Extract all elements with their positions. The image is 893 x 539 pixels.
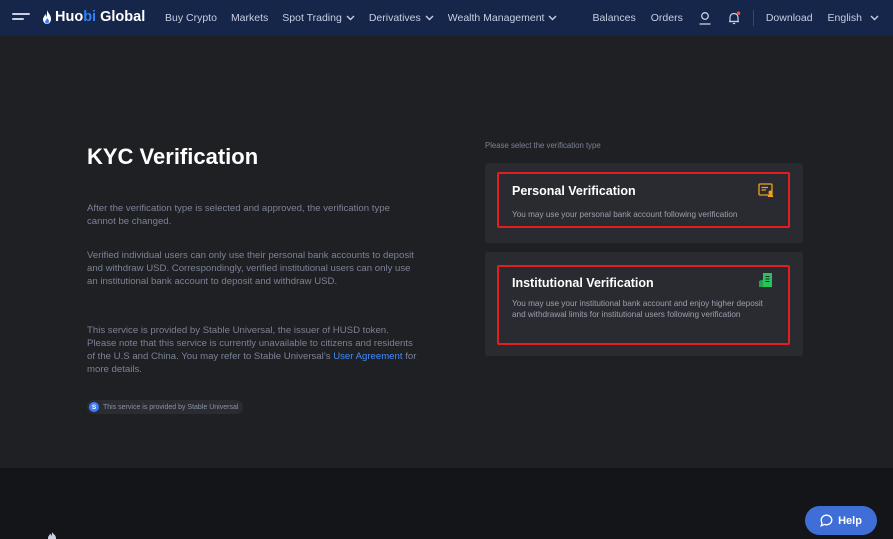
language-selector[interactable]: English bbox=[828, 12, 879, 24]
select-type-label: Please select the verification type bbox=[485, 141, 601, 150]
info-paragraph-1: After the verification type is selected … bbox=[87, 203, 390, 227]
logo-text-1: Huo bbox=[55, 9, 84, 25]
chevron-down-icon bbox=[346, 15, 355, 21]
stable-universal-icon: S bbox=[89, 402, 99, 412]
page-title: KYC Verification bbox=[87, 144, 259, 169]
chevron-down-icon bbox=[548, 15, 557, 21]
help-label: Help bbox=[838, 514, 862, 527]
nav-balances[interactable]: Balances bbox=[593, 12, 636, 24]
nav-spot-trading[interactable]: Spot Trading bbox=[282, 12, 355, 24]
nav-buy-crypto[interactable]: Buy Crypto bbox=[165, 12, 217, 24]
bell-icon[interactable] bbox=[727, 11, 741, 25]
logo-text-2: bi bbox=[83, 9, 97, 25]
footer-logo-icon bbox=[48, 532, 56, 539]
id-card-icon bbox=[758, 183, 774, 197]
nav-wealth-management-label: Wealth Management bbox=[447, 12, 545, 24]
logo-text-3: Global bbox=[96, 9, 146, 25]
user-agreement-link[interactable]: User Agreement bbox=[333, 351, 402, 362]
institutional-verification-title: Institutional Verification bbox=[512, 276, 654, 290]
nav-markets-label: Markets bbox=[230, 12, 269, 24]
nav-links: Buy Crypto Markets Spot Trading Derivati… bbox=[165, 0, 557, 36]
personal-verification-desc: You may use your personal bank account f… bbox=[512, 210, 738, 219]
chevron-down-icon bbox=[425, 15, 434, 21]
nav-spot-trading-label: Spot Trading bbox=[282, 12, 342, 24]
personal-verification-card[interactable]: Personal Verification You may use your p… bbox=[485, 163, 803, 243]
menu-icon[interactable] bbox=[12, 13, 30, 25]
footer bbox=[0, 468, 893, 539]
nav-wealth-management[interactable]: Wealth Management bbox=[448, 12, 558, 24]
nav-right: Balances Orders Download English bbox=[593, 0, 879, 36]
main-section: KYC Verification After the verification … bbox=[0, 36, 893, 468]
provider-badge: S This service is provided by Stable Uni… bbox=[87, 400, 244, 414]
nav-divider bbox=[752, 10, 754, 26]
nav-markets[interactable]: Markets bbox=[231, 12, 268, 24]
institution-document-icon bbox=[759, 273, 772, 287]
nav-derivatives[interactable]: Derivatives bbox=[369, 12, 434, 24]
chevron-down-icon bbox=[870, 15, 879, 21]
nav-orders[interactable]: Orders bbox=[651, 12, 683, 24]
info-paragraph-2: Verified individual users can only use t… bbox=[87, 250, 414, 287]
provider-badge-text: This service is provided by Stable Unive… bbox=[103, 403, 239, 411]
info-paragraph-3: This service is provided by Stable Unive… bbox=[87, 324, 417, 376]
personal-verification-title: Personal Verification bbox=[512, 184, 636, 198]
nav-download[interactable]: Download bbox=[766, 12, 813, 24]
top-nav: Huo bi Global Buy Crypto Markets Spot Tra… bbox=[0, 0, 893, 36]
chat-bubble-icon bbox=[820, 514, 833, 527]
institutional-verification-desc: You may use your institutional bank acco… bbox=[512, 299, 763, 319]
user-icon[interactable] bbox=[698, 11, 712, 25]
help-button[interactable]: Help bbox=[805, 506, 877, 535]
huobi-logo[interactable]: Huo bi Global bbox=[42, 9, 145, 25]
nav-buy-crypto-label: Buy Crypto bbox=[165, 12, 217, 24]
language-label: English bbox=[827, 12, 862, 24]
nav-derivatives-label: Derivatives bbox=[368, 12, 421, 24]
institutional-verification-card[interactable]: Institutional Verification You may use y… bbox=[485, 252, 803, 356]
flame-icon bbox=[43, 10, 51, 24]
